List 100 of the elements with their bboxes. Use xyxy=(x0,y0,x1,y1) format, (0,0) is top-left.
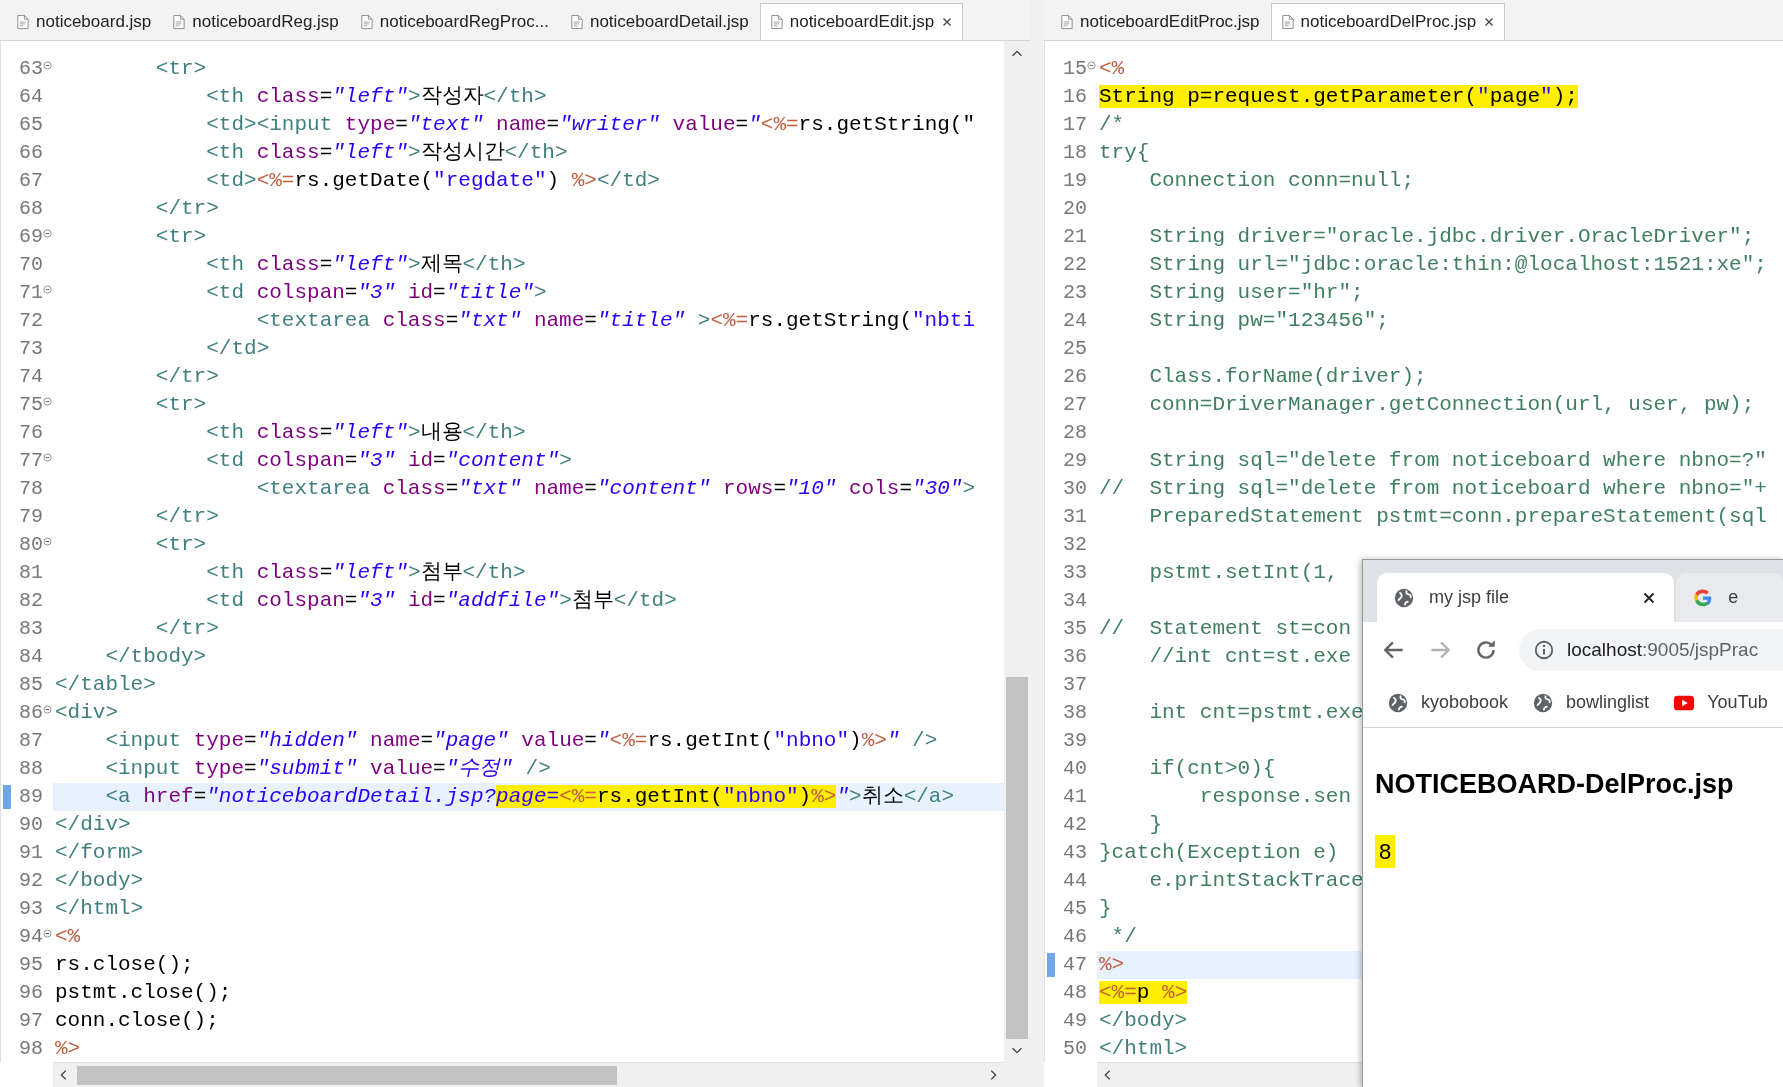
browser-tab[interactable]: e xyxy=(1676,573,1783,622)
line-number: 35 xyxy=(1062,616,1087,642)
line-number: 87 xyxy=(18,728,43,754)
code-line: String sql="delete from noticeboard where nbno=?" xyxy=(1148,448,1767,474)
line-number: 45 xyxy=(1062,896,1087,922)
line-number: 86 xyxy=(18,700,43,726)
line-number: 49 xyxy=(1062,1008,1087,1034)
line-number: 66 xyxy=(18,140,43,166)
file-icon xyxy=(768,14,784,30)
bookmark[interactable]: kyobobook xyxy=(1387,689,1509,716)
code-line: conn=DriverManager.getConnection(url, user, pw); xyxy=(1148,392,1755,418)
scrollbar-thumb[interactable] xyxy=(77,1065,617,1085)
line-number: 81 xyxy=(18,560,43,586)
code-line: /* xyxy=(1098,112,1125,138)
code-line: }catch(Exception e) xyxy=(1098,840,1339,866)
line-number: 90 xyxy=(18,812,43,838)
collapse-icon[interactable] xyxy=(43,285,52,294)
browser-tab[interactable]: my jsp file xyxy=(1377,573,1675,622)
line-number: 79 xyxy=(18,504,43,530)
code-line: try{ xyxy=(1098,140,1150,166)
line-number: 82 xyxy=(18,588,43,614)
line-number: 67 xyxy=(18,168,43,194)
code-line: </tbody> xyxy=(104,644,207,670)
code-line: <td><%=rs.getDate("regdate") %></td> xyxy=(205,168,660,194)
globe-icon xyxy=(1387,691,1409,714)
bookmark[interactable]: bowlinglist xyxy=(1532,689,1650,716)
collapse-icon[interactable] xyxy=(43,705,52,714)
code-line: Connection conn=null; xyxy=(1148,168,1415,194)
line-number: 83 xyxy=(18,616,43,642)
globe-icon xyxy=(1393,586,1415,609)
line-number: 16 xyxy=(1062,84,1087,110)
line-number: 29 xyxy=(1062,448,1087,474)
code-line: <th class="left">제목</th> xyxy=(205,252,526,278)
line-number: 46 xyxy=(1062,924,1087,950)
code-line: Class.forName(driver); xyxy=(1148,364,1427,390)
code-line: <tr> xyxy=(154,532,207,558)
collapse-icon[interactable] xyxy=(43,537,52,546)
code-line: </table> xyxy=(54,672,156,698)
line-number: 91 xyxy=(18,840,43,866)
code-line: <% xyxy=(1098,56,1125,82)
address-bar[interactable]: localhost:9005/jspPrac xyxy=(1519,629,1783,671)
code-line: String pw="123456"; xyxy=(1148,308,1389,334)
horizontal-scrollbar[interactable] xyxy=(1097,1062,1362,1087)
file-icon xyxy=(1059,14,1074,30)
editor-tab[interactable]: noticeboardEdit.jsp xyxy=(759,3,964,40)
code-line: String p=request.getParameter("page"); xyxy=(1098,84,1578,110)
code-line: //int cnt=st.exe xyxy=(1148,644,1352,670)
file-icon xyxy=(15,14,30,30)
line-number: 36 xyxy=(1062,644,1087,670)
line-number: 65 xyxy=(18,112,43,138)
line-number: 75 xyxy=(18,392,43,418)
bookmark[interactable]: YouTub xyxy=(1673,689,1768,716)
line-number: 15 xyxy=(1062,56,1087,82)
file-icon xyxy=(358,14,374,30)
info-icon[interactable] xyxy=(1533,639,1555,661)
code-line: <th class="left">내용</th> xyxy=(205,420,526,446)
code-line: } xyxy=(1148,812,1162,838)
page-heading: NOTICEBOARD-DelProc.jsp xyxy=(1375,768,1735,801)
collapse-icon[interactable] xyxy=(43,61,52,70)
line-number: 68 xyxy=(18,196,43,222)
collapse-icon[interactable] xyxy=(43,929,52,938)
collapse-icon[interactable] xyxy=(1087,61,1096,70)
line-number: 69 xyxy=(18,224,43,250)
line-number: 72 xyxy=(18,308,43,334)
line-number: 21 xyxy=(1062,224,1087,250)
code-line: // String sql="delete from noticeboard where nbno="+ xyxy=(1098,476,1767,502)
code-line: </body> xyxy=(54,868,144,894)
line-number: 93 xyxy=(18,896,43,922)
code-line: <textarea class="txt" name="content" rows="10" cols="30"> xyxy=(255,476,976,502)
collapse-icon[interactable] xyxy=(43,397,52,406)
line-number: 18 xyxy=(1062,140,1087,166)
code-line: <tr> xyxy=(154,56,207,82)
line-number: 27 xyxy=(1062,392,1087,418)
vertical-scrollbar[interactable] xyxy=(1004,41,1030,1087)
line-number: 64 xyxy=(18,84,43,110)
line-number: 47 xyxy=(1062,952,1087,978)
line-number: 84 xyxy=(18,644,43,670)
output-text: 8 xyxy=(1375,834,1396,868)
line-number: 89 xyxy=(18,784,43,810)
code-line: // Statement st=con xyxy=(1098,616,1352,642)
line-number: 42 xyxy=(1062,812,1087,838)
collapse-icon[interactable] xyxy=(43,229,52,238)
horizontal-scrollbar[interactable] xyxy=(53,1062,1004,1087)
editor-tab[interactable]: noticeboardDelProc.jsp xyxy=(1270,3,1506,40)
collapse-icon[interactable] xyxy=(43,453,52,462)
code-line: %> xyxy=(54,1036,81,1062)
line-number: 26 xyxy=(1062,364,1087,390)
code-line: <% xyxy=(54,924,81,950)
code-line: String url="jdbc:oracle:thin:@localhost:1521:xe"; xyxy=(1148,252,1767,278)
code-line: rs.close(); xyxy=(54,952,194,978)
line-number: 98 xyxy=(18,1036,43,1062)
code-line: </tr> xyxy=(154,616,219,642)
code-line: e.printStackTrace xyxy=(1148,868,1364,894)
code-line: <input type="submit" value="수정" /> xyxy=(104,756,551,782)
line-number: 38 xyxy=(1062,700,1087,726)
code-line: </tr> xyxy=(154,364,219,390)
scrollbar-thumb[interactable] xyxy=(1006,677,1028,1039)
code-line: */ xyxy=(1110,924,1137,950)
line-number: 88 xyxy=(18,756,43,782)
line-number: 77 xyxy=(18,448,43,474)
